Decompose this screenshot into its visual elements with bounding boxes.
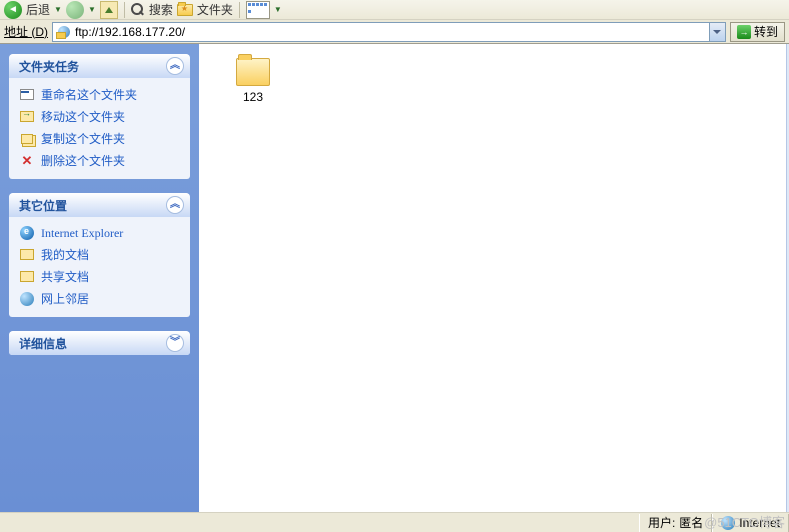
place-shared-documents[interactable]: 共享文档 (19, 268, 180, 285)
panel-header[interactable]: 其它位置 ︽ (9, 193, 190, 217)
copy-icon (21, 134, 33, 144)
back-icon[interactable]: ◄ (4, 1, 22, 19)
search-icon[interactable] (131, 3, 145, 17)
rename-icon (20, 89, 34, 100)
place-my-documents[interactable]: 我的文档 (19, 246, 180, 263)
panel-header[interactable]: 详细信息 ︾ (9, 331, 190, 355)
forward-icon[interactable] (66, 1, 84, 19)
network-icon (20, 292, 34, 306)
internet-zone-icon (721, 516, 735, 530)
up-folder-icon[interactable] (100, 1, 118, 19)
folder-item[interactable]: 123 (223, 58, 283, 104)
user-value: 匿名 (679, 514, 703, 531)
back-button-label[interactable]: 后退 (26, 1, 50, 18)
folders-icon[interactable] (177, 4, 193, 16)
address-input-wrap: ftp://192.168.177.20/ (52, 22, 726, 42)
folder-tasks-panel: 文件夹任务 ︽ 重命名这个文件夹 移动这个文件夹 复制这个文件夹 ✕删除这个文件… (9, 54, 190, 179)
toolbar-separator (239, 2, 240, 18)
go-arrow-icon: → (737, 25, 751, 39)
tasks-sidebar: 文件夹任务 ︽ 重命名这个文件夹 移动这个文件夹 复制这个文件夹 ✕删除这个文件… (0, 44, 199, 512)
panel-title: 详细信息 (19, 335, 67, 352)
back-dropdown[interactable]: ▼ (54, 5, 62, 14)
views-button[interactable] (246, 1, 270, 19)
zone-label: Internet (739, 516, 780, 530)
collapse-icon[interactable]: ︽ (166, 57, 184, 75)
collapse-icon[interactable]: ︽ (166, 196, 184, 214)
address-dropdown[interactable] (709, 23, 725, 41)
place-internet-explorer[interactable]: Internet Explorer (19, 225, 180, 241)
go-button[interactable]: → 转到 (730, 22, 785, 42)
ie-icon (20, 226, 34, 240)
status-bar: 用户: 匿名 Internet (0, 512, 789, 532)
address-label: 地址 (D) (4, 23, 48, 40)
move-icon (20, 111, 34, 122)
views-dropdown[interactable]: ▼ (274, 5, 282, 14)
panel-header[interactable]: 文件夹任务 ︽ (9, 54, 190, 78)
address-input[interactable]: ftp://192.168.177.20/ (75, 25, 709, 39)
main-area: 文件夹任务 ︽ 重命名这个文件夹 移动这个文件夹 复制这个文件夹 ✕删除这个文件… (0, 44, 789, 512)
task-move-folder[interactable]: 移动这个文件夹 (19, 108, 180, 125)
forward-dropdown[interactable]: ▼ (88, 5, 96, 14)
search-button-label[interactable]: 搜索 (149, 1, 173, 18)
expand-icon[interactable]: ︾ (166, 334, 184, 352)
panel-title: 文件夹任务 (19, 58, 79, 75)
task-rename-folder[interactable]: 重命名这个文件夹 (19, 86, 180, 103)
address-bar: 地址 (D) ftp://192.168.177.20/ → 转到 (0, 20, 789, 44)
other-places-panel: 其它位置 ︽ Internet Explorer 我的文档 共享文档 网上邻居 (9, 193, 190, 317)
folder-name-label: 123 (243, 90, 263, 104)
details-panel: 详细信息 ︾ (9, 331, 190, 355)
toolbar-separator (124, 2, 125, 18)
status-user: 用户: 匿名 (639, 514, 712, 532)
folders-button-label[interactable]: 文件夹 (197, 1, 233, 18)
folder-icon (236, 58, 270, 86)
shared-icon (20, 271, 34, 282)
folder-content-area[interactable]: 123 (199, 44, 789, 512)
delete-icon: ✕ (19, 153, 35, 169)
panel-title: 其它位置 (19, 197, 67, 214)
user-label: 用户: (648, 514, 675, 531)
panel-body: Internet Explorer 我的文档 共享文档 网上邻居 (9, 217, 190, 317)
documents-icon (20, 249, 34, 260)
task-copy-folder[interactable]: 复制这个文件夹 (19, 130, 180, 147)
status-zone: Internet (712, 514, 789, 532)
go-button-label: 转到 (754, 23, 778, 40)
task-delete-folder[interactable]: ✕删除这个文件夹 (19, 152, 180, 169)
place-network-neighborhood[interactable]: 网上邻居 (19, 290, 180, 307)
main-toolbar: ◄ 后退 ▼ ▼ 搜索 文件夹 ▼ (0, 0, 789, 20)
ftp-location-icon (56, 25, 72, 39)
panel-body: 重命名这个文件夹 移动这个文件夹 复制这个文件夹 ✕删除这个文件夹 (9, 78, 190, 179)
